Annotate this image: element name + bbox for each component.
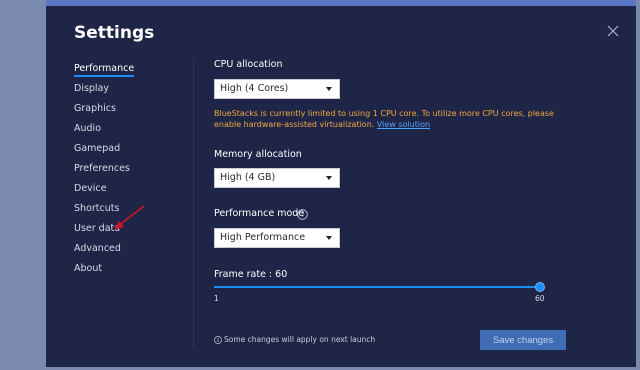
- nav-item-label: Advanced: [74, 243, 121, 254]
- performance-mode-value: High Performance: [220, 232, 306, 243]
- cpu-allocation-value: High (4 Cores): [220, 83, 289, 94]
- nav-item-label: Performance: [74, 63, 135, 77]
- close-button[interactable]: [606, 24, 620, 38]
- close-icon: [607, 25, 619, 37]
- nav-item-graphics[interactable]: Graphics: [74, 102, 184, 122]
- nav-item-label: Preferences: [74, 163, 130, 174]
- annotation-arrow-icon: [114, 205, 145, 230]
- restart-note: Some changes will apply on next launch: [224, 335, 376, 344]
- nav-item-audio[interactable]: Audio: [74, 122, 184, 142]
- memory-allocation-select[interactable]: High (4 GB): [214, 168, 340, 188]
- settings-nav: Performance Display Graphics Audio Gamep…: [74, 62, 184, 282]
- question-circle-icon[interactable]: ?: [297, 209, 308, 220]
- settings-dialog: Settings Performance Display Graphics Au…: [46, 6, 636, 367]
- frame-rate-max-label: 60: [535, 294, 545, 303]
- svg-text:?: ?: [301, 211, 305, 219]
- nav-divider: [193, 58, 194, 348]
- nav-item-device[interactable]: Device: [74, 182, 184, 202]
- nav-item-label: Display: [74, 83, 110, 94]
- chevron-down-icon: [326, 176, 332, 180]
- nav-item-preferences[interactable]: Preferences: [74, 162, 184, 182]
- frame-rate-min-label: 1: [214, 294, 219, 303]
- backdrop-left: [0, 0, 46, 370]
- nav-item-performance[interactable]: Performance: [74, 62, 184, 82]
- cpu-warning-text: BlueStacks is currently limited to using…: [214, 108, 559, 130]
- view-solution-link[interactable]: View solution: [377, 120, 430, 129]
- nav-item-display[interactable]: Display: [74, 82, 184, 102]
- nav-item-advanced[interactable]: Advanced: [74, 242, 184, 262]
- chevron-down-icon: [326, 236, 332, 240]
- frame-rate-slider-thumb[interactable]: [535, 282, 545, 292]
- dialog-title: Settings: [74, 23, 155, 43]
- nav-item-gamepad[interactable]: Gamepad: [74, 142, 184, 162]
- nav-item-label: Graphics: [74, 103, 116, 114]
- nav-item-label: About: [74, 263, 103, 274]
- nav-item-label: Gamepad: [74, 143, 121, 154]
- info-circle-icon: [214, 336, 222, 344]
- save-changes-button[interactable]: Save changes: [480, 330, 566, 350]
- cpu-allocation-label: CPU allocation: [214, 59, 283, 70]
- frame-rate-slider-track[interactable]: [214, 286, 540, 288]
- chevron-down-icon: [326, 87, 332, 91]
- backdrop-right: [636, 0, 640, 370]
- memory-allocation-value: High (4 GB): [220, 172, 276, 183]
- cpu-allocation-select[interactable]: High (4 Cores): [214, 79, 340, 99]
- performance-mode-label: Performance mode: [214, 208, 305, 219]
- nav-item-label: Device: [74, 183, 107, 194]
- performance-mode-select[interactable]: High Performance: [214, 228, 340, 248]
- nav-item-about[interactable]: About: [74, 262, 184, 282]
- frame-rate-label: Frame rate : 60: [214, 269, 288, 280]
- nav-item-label: Audio: [74, 123, 102, 134]
- memory-allocation-label: Memory allocation: [214, 149, 302, 160]
